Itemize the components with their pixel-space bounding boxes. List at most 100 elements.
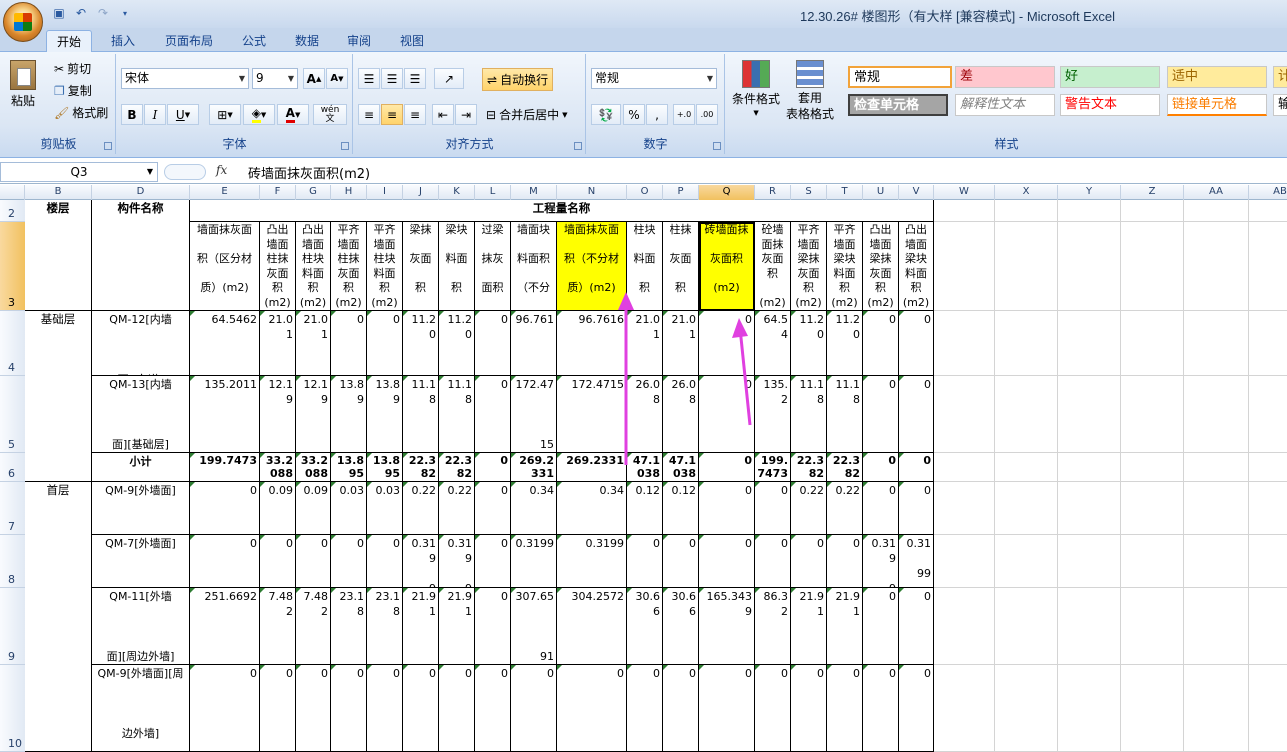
value-cell-o[interactable]: 0 (627, 665, 663, 752)
name-box[interactable]: Q3 ▼ (0, 162, 158, 182)
empty-cell[interactable] (934, 665, 995, 752)
value-cell-e[interactable]: 0 (190, 482, 260, 535)
tab-page-layout[interactable]: 页面布局 (155, 30, 223, 52)
value-cell-k[interactable]: 11.18 07 (439, 376, 475, 453)
empty-cell[interactable] (934, 311, 995, 376)
style-input[interactable]: 输 (1273, 94, 1287, 116)
value-cell-v[interactable]: 0 (899, 482, 934, 535)
component-name-cell[interactable]: QM-12[内墙 面][车道] (92, 311, 190, 376)
column-header-x[interactable]: X (995, 185, 1058, 200)
value-cell-o[interactable]: 47.1 038 (627, 453, 663, 482)
align-middle-icon[interactable]: ☰ (381, 68, 403, 89)
value-cell-r[interactable]: 199. 7473 (755, 453, 791, 482)
accounting-format-button[interactable]: 💱 (591, 104, 621, 125)
empty-cell[interactable] (1058, 588, 1121, 665)
floor-first-cell[interactable]: 首层 (25, 482, 92, 752)
floor-base-cell[interactable]: 基础层 (25, 311, 92, 482)
value-cell-v[interactable]: 0.31 99 (899, 535, 934, 588)
value-cell-i[interactable]: 0 (367, 311, 403, 376)
empty-cell[interactable] (1121, 588, 1184, 665)
empty-cell[interactable] (1249, 665, 1287, 752)
decrease-decimal-button[interactable]: .00 (696, 104, 718, 125)
column-header-aa[interactable]: AA (1184, 185, 1249, 200)
row-header-10[interactable]: 10 (0, 665, 25, 752)
value-cell-n[interactable]: 304.2572 (557, 588, 627, 665)
empty-cell[interactable] (934, 376, 995, 453)
header-f[interactable]: 凸出 墙面 柱抹 灰面 积 (m2) (260, 222, 296, 311)
row-header-7[interactable]: 7 (0, 482, 25, 535)
column-header-d[interactable]: D (92, 185, 190, 200)
undo-icon[interactable]: ↶ (72, 4, 90, 22)
value-cell-v[interactable]: 0 (899, 311, 934, 376)
empty-cell[interactable] (1249, 535, 1287, 588)
font-name-combo[interactable]: 宋体 ▼ (121, 68, 249, 89)
empty-cell[interactable] (995, 311, 1058, 376)
row-header-3[interactable]: 3 (0, 222, 25, 311)
header-t[interactable]: 平齐 墙面 梁块 料面 积 (m2) (827, 222, 863, 311)
value-cell-j[interactable]: 0.22 (403, 482, 439, 535)
formula-input[interactable]: 砖墙面抹灰面积(m2) (248, 163, 370, 182)
empty-cell[interactable] (1058, 665, 1121, 752)
empty-cell[interactable] (1249, 376, 1287, 453)
empty-cell[interactable] (1184, 200, 1249, 222)
empty-cell[interactable] (934, 453, 995, 482)
row-header-4[interactable]: 4 (0, 311, 25, 376)
header-r[interactable]: 砼墙 面抹 灰面 积 (m2) (755, 222, 791, 311)
font-size-combo[interactable]: 9 ▼ (252, 68, 298, 89)
empty-cell[interactable] (1249, 311, 1287, 376)
number-format-combo[interactable]: 常规 ▼ (591, 68, 717, 89)
value-cell-h[interactable]: 0 (331, 535, 367, 588)
value-cell-r[interactable]: 86.32 53 (755, 588, 791, 665)
row-header-5[interactable]: 5 (0, 376, 25, 453)
empty-cell[interactable] (1058, 200, 1121, 222)
value-cell-u[interactable]: 0.319 9 (863, 535, 899, 588)
clipboard-launcher-icon[interactable] (104, 142, 112, 150)
decrease-indent-icon[interactable]: ⇤ (432, 104, 454, 125)
value-cell-r[interactable]: 135.2 011 (755, 376, 791, 453)
row-header-8[interactable]: 8 (0, 535, 25, 588)
empty-cell[interactable] (1249, 588, 1287, 665)
style-explanatory[interactable]: 解释性文本 (955, 94, 1055, 116)
column-header-q[interactable]: Q (699, 185, 755, 200)
value-cell-t[interactable]: 22.3 82 (827, 453, 863, 482)
value-cell-k[interactable]: 11.20 13 (439, 311, 475, 376)
value-cell-h[interactable]: 0 (331, 665, 367, 752)
value-cell-q[interactable]: 0 (699, 376, 755, 453)
value-cell-j[interactable]: 11.18 07 (403, 376, 439, 453)
value-cell-q[interactable]: 0 (699, 535, 755, 588)
value-cell-u[interactable]: 0 (863, 588, 899, 665)
empty-cell[interactable] (1121, 200, 1184, 222)
value-cell-m[interactable]: 172.47 15 (511, 376, 557, 453)
value-cell-r[interactable]: 0 (755, 482, 791, 535)
value-cell-t[interactable]: 0 (827, 535, 863, 588)
value-cell-u[interactable]: 0 (863, 453, 899, 482)
empty-cell[interactable] (995, 222, 1058, 311)
column-header-k[interactable]: K (439, 185, 475, 200)
value-cell-g[interactable]: 33.2 088 (296, 453, 331, 482)
increase-decimal-button[interactable]: +.0 (673, 104, 695, 125)
empty-cell[interactable] (1184, 311, 1249, 376)
value-cell-n[interactable]: 0.34 (557, 482, 627, 535)
empty-cell[interactable] (934, 535, 995, 588)
font-launcher-icon[interactable] (341, 142, 349, 150)
header-h[interactable]: 平齐 墙面 柱抹 灰面 积 (m2) (331, 222, 367, 311)
column-header-y[interactable]: Y (1058, 185, 1121, 200)
value-cell-o[interactable]: 26.08 97 (627, 376, 663, 453)
header-s[interactable]: 平齐 墙面 梁抹 灰面 积 (m2) (791, 222, 827, 311)
empty-cell[interactable] (995, 200, 1058, 222)
column-header-i[interactable]: I (367, 185, 403, 200)
value-cell-f[interactable]: 21.01 41 (260, 311, 296, 376)
value-cell-j[interactable]: 0 (403, 665, 439, 752)
style-check-cell[interactable]: 检查单元格 (848, 94, 948, 116)
value-cell-e[interactable]: 0 (190, 535, 260, 588)
value-cell-l[interactable]: 0 (475, 376, 511, 453)
style-normal[interactable]: 常规 (848, 66, 952, 88)
value-cell-e[interactable]: 135.2011 (190, 376, 260, 453)
value-cell-u[interactable]: 0 (863, 376, 899, 453)
value-cell-g[interactable]: 0 (296, 535, 331, 588)
value-cell-e[interactable]: 199.7473 (190, 453, 260, 482)
empty-cell[interactable] (1058, 453, 1121, 482)
save-icon[interactable]: ▣ (50, 4, 68, 22)
value-cell-q[interactable]: 0 (699, 311, 755, 376)
value-cell-g[interactable]: 12.19 47 (296, 376, 331, 453)
